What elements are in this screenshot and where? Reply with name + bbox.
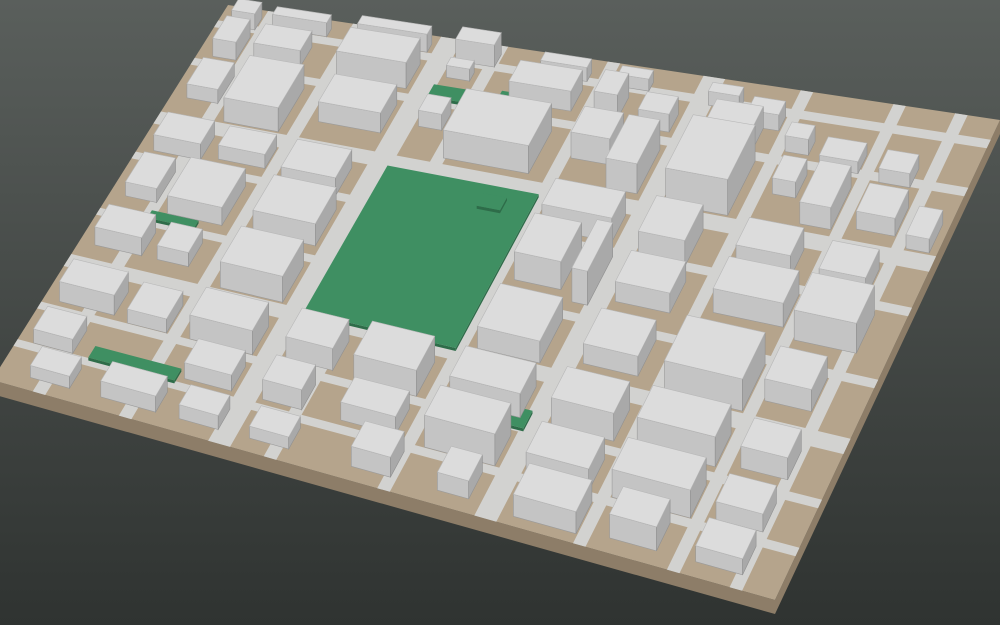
building xyxy=(445,56,475,83)
building xyxy=(442,88,553,174)
city-3d-scene[interactable] xyxy=(0,0,1000,625)
building-front-face xyxy=(605,157,638,195)
building-front-face xyxy=(571,267,588,306)
map-viewport[interactable] xyxy=(0,0,1000,625)
building xyxy=(784,121,816,156)
building xyxy=(740,417,802,481)
building xyxy=(793,272,875,354)
